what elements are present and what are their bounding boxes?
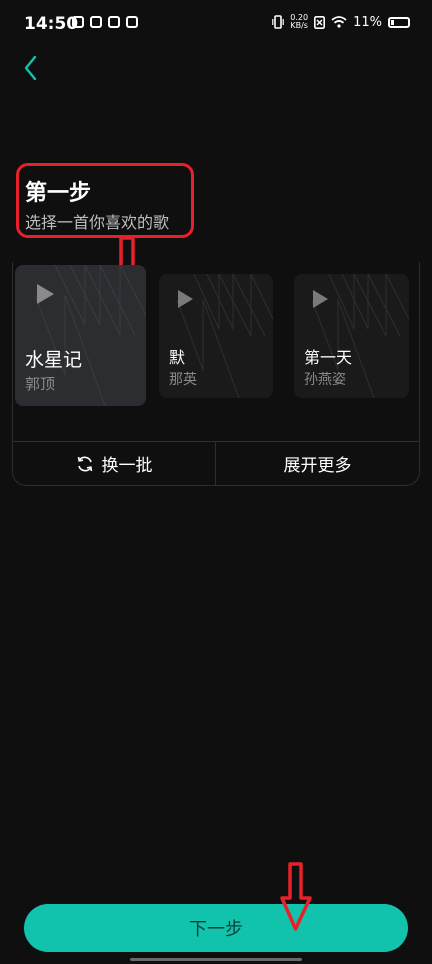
notification-icons [72,16,138,28]
back-button[interactable] [18,52,46,84]
play-icon [313,290,328,308]
status-bar: 14:50 0.20 KB/s 11% [0,0,432,50]
song-title: 默 [169,348,186,367]
song-card[interactable]: 水星记 郭顶 [15,265,146,406]
step-title: 第一步 [25,181,92,206]
step-subtitle: 选择一首你喜欢的歌 [25,213,170,232]
play-icon [178,290,193,308]
status-time: 14:50 [24,14,79,34]
song-artist: 孙燕姿 [304,372,346,388]
next-step-button[interactable]: 下一步 [24,904,408,952]
play-icon [37,284,54,304]
battery-icon [388,16,410,28]
wifi-icon [331,16,347,28]
annotation-arrow-icon [280,862,312,931]
refresh-button[interactable]: 换一批 [13,442,215,485]
sim-icon [314,15,326,29]
refresh-icon [77,456,92,471]
chevron-left-icon [24,55,37,81]
app-notification-icon [72,16,84,28]
app-notification-icon [108,16,120,28]
app-notification-icon [90,16,102,28]
home-indicator [130,958,302,961]
song-card[interactable]: 默 那英 [159,274,273,398]
battery-percent: 11% [353,14,382,30]
song-artist: 那英 [169,372,197,388]
net-speed: 0.20 KB/s [290,13,309,30]
vibrate-icon [272,15,285,29]
status-right: 0.20 KB/s 11% [272,14,410,30]
song-title: 水星记 [25,349,83,371]
expand-more-label: 展开更多 [283,456,352,476]
song-card[interactable]: 第一天 孙燕姿 [294,274,409,398]
calendar-icon [126,16,138,28]
song-artist: 郭顶 [25,375,56,393]
song-title: 第一天 [304,348,353,367]
refresh-label: 换一批 [101,456,153,476]
next-step-label: 下一步 [189,919,243,940]
expand-more-button[interactable]: 展开更多 [216,442,419,485]
